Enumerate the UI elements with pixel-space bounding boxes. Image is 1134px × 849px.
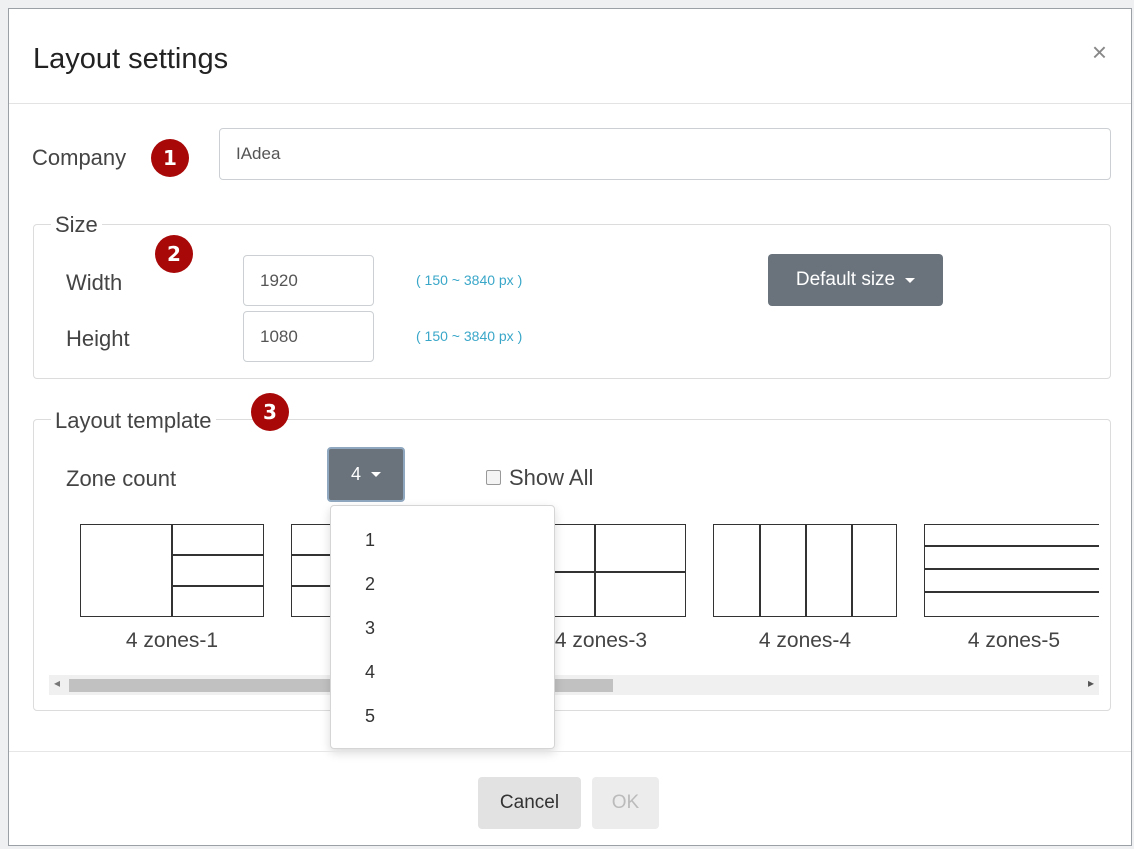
default-size-label: Default size	[795, 269, 896, 290]
template-thumb-4-zones-1[interactable]	[80, 524, 264, 617]
layout-settings-dialog: Layout settings × Company 1 IAdea Size 2…	[8, 8, 1132, 846]
zone-count-option-5[interactable]: 5	[365, 706, 375, 727]
height-hint: ( 150 ~ 3840 px )	[416, 328, 523, 344]
zone-count-option-4[interactable]: 4	[365, 662, 375, 683]
template-label-4: 4 zones-4	[758, 629, 852, 652]
close-icon[interactable]: ×	[1092, 39, 1107, 65]
show-all-checkbox[interactable]	[486, 470, 501, 485]
zone-count-menu: 1 2 3 4 5	[330, 505, 555, 749]
zone-count-option-1[interactable]: 1	[365, 530, 375, 551]
size-legend: Size	[51, 212, 102, 238]
width-input[interactable]: 1920	[243, 255, 374, 306]
width-label: Width	[66, 270, 123, 295]
show-all-label: Show All	[509, 465, 594, 490]
width-hint: ( 150 ~ 3840 px )	[416, 272, 523, 288]
company-label: Company	[32, 145, 127, 170]
ok-button[interactable]: OK	[592, 777, 659, 829]
template-scrollbar[interactable]: ◂ ▸	[49, 675, 1099, 695]
zone-count-option-2[interactable]: 2	[365, 574, 375, 595]
company-input[interactable]: IAdea	[219, 128, 1111, 180]
badge-3: 3	[251, 393, 289, 431]
default-size-button[interactable]: Default size	[768, 254, 943, 306]
layout-template-legend: Layout template	[51, 408, 216, 434]
height-label: Height	[66, 326, 130, 351]
zone-count-value: 4	[350, 464, 361, 484]
height-input[interactable]: 1080	[243, 311, 374, 362]
template-thumb-4-zones-4[interactable]	[713, 524, 897, 617]
scroll-right-icon[interactable]: ▸	[1088, 676, 1094, 690]
cancel-button[interactable]: Cancel	[478, 777, 581, 829]
dialog-title: Layout settings	[33, 43, 229, 75]
zone-count-option-3[interactable]: 3	[365, 618, 375, 639]
caret-down-icon	[905, 277, 916, 283]
badge-2: 2	[155, 235, 193, 273]
template-label-5: 4 zones-5	[967, 629, 1061, 652]
badge-1: 1	[151, 139, 189, 177]
caret-down-icon	[371, 472, 381, 477]
template-label-1: 4 zones-1	[125, 629, 219, 652]
scroll-left-icon[interactable]: ◂	[54, 676, 60, 690]
template-thumb-4-zones-5[interactable]	[924, 524, 1099, 617]
zone-count-dropdown[interactable]: 4	[327, 447, 405, 502]
dialog-header: Layout settings ×	[9, 9, 1131, 104]
size-fieldset	[33, 224, 1111, 379]
zone-count-label: Zone count	[66, 466, 177, 491]
footer-divider	[9, 751, 1131, 752]
